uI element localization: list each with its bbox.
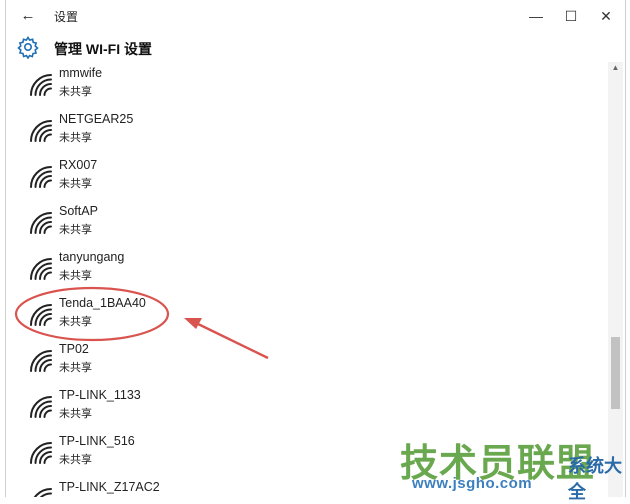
network-item[interactable]: tanyungang 未共享 bbox=[6, 246, 606, 292]
network-item[interactable]: NETGEAR25 未共享 bbox=[6, 108, 606, 154]
network-status: 未共享 bbox=[59, 86, 92, 98]
scrollbar[interactable]: ▲ bbox=[608, 62, 623, 497]
network-ssid: mmwife bbox=[59, 66, 103, 80]
network-status: 未共享 bbox=[59, 454, 92, 466]
close-button[interactable]: ✕ bbox=[589, 4, 623, 28]
network-item[interactable]: SoftAP 未共享 bbox=[6, 200, 606, 246]
wifi-signal-icon bbox=[30, 304, 52, 326]
network-ssid: tanyungang bbox=[59, 250, 125, 264]
minimize-button[interactable]: — bbox=[519, 4, 553, 28]
scroll-up-icon[interactable]: ▲ bbox=[610, 62, 621, 74]
network-status: 未共享 bbox=[59, 270, 92, 282]
network-item[interactable]: TP02 未共享 bbox=[6, 338, 606, 384]
network-ssid: TP-LINK_1133 bbox=[59, 388, 141, 402]
wifi-signal-icon bbox=[30, 396, 52, 418]
settings-window: ← 设置 — ☐ ✕ 管理 WI-FI 设置 mmwife 未共享 NETGEAR2… bbox=[5, 0, 626, 497]
network-status: 未共享 bbox=[59, 178, 92, 190]
network-ssid: TP-LINK_516 bbox=[59, 434, 135, 448]
network-ssid: NETGEAR25 bbox=[59, 112, 134, 126]
network-status: 未共享 bbox=[59, 362, 92, 374]
network-status: 未共享 bbox=[59, 408, 92, 420]
network-item[interactable]: TP-LINK_1133 未共享 bbox=[6, 384, 606, 430]
wifi-signal-icon bbox=[30, 350, 52, 372]
scrollbar-thumb[interactable] bbox=[611, 337, 620, 409]
wifi-signal-icon bbox=[33, 488, 52, 497]
wifi-signal-icon bbox=[30, 212, 52, 234]
network-ssid: RX007 bbox=[59, 158, 98, 172]
network-item[interactable]: mmwife 未共享 bbox=[6, 62, 606, 108]
gear-icon bbox=[17, 35, 39, 59]
network-status: 未共享 bbox=[59, 132, 92, 144]
page-header: 管理 WI-FI 设置 bbox=[6, 32, 625, 62]
network-ssid: TP-LINK_Z17AC2 bbox=[59, 480, 160, 494]
title-bar: ← 设置 — ☐ ✕ bbox=[6, 0, 625, 32]
network-ssid: Tenda_1BAA40 bbox=[59, 296, 146, 310]
wifi-signal-icon bbox=[30, 442, 52, 464]
network-item[interactable]: Tenda_1BAA40 未共享 bbox=[6, 292, 606, 338]
wifi-signal-icon bbox=[30, 120, 52, 142]
back-button[interactable]: ← bbox=[16, 5, 40, 27]
network-status: 未共享 bbox=[59, 224, 92, 236]
watermark-subtitle: 系统大全 bbox=[568, 456, 622, 502]
maximize-button[interactable]: ☐ bbox=[554, 4, 588, 28]
network-ssid: TP02 bbox=[59, 342, 89, 356]
watermark-url: www.jsgho.com bbox=[412, 475, 533, 492]
wifi-signal-icon bbox=[30, 258, 52, 280]
network-status: 未共享 bbox=[59, 316, 92, 328]
wifi-signal-icon bbox=[30, 166, 52, 188]
network-item[interactable]: RX007 未共享 bbox=[6, 154, 606, 200]
network-ssid: SoftAP bbox=[59, 204, 98, 218]
wifi-signal-icon bbox=[30, 74, 52, 96]
window-title: 设置 bbox=[54, 10, 79, 24]
page-title: 管理 WI-FI 设置 bbox=[54, 41, 152, 57]
